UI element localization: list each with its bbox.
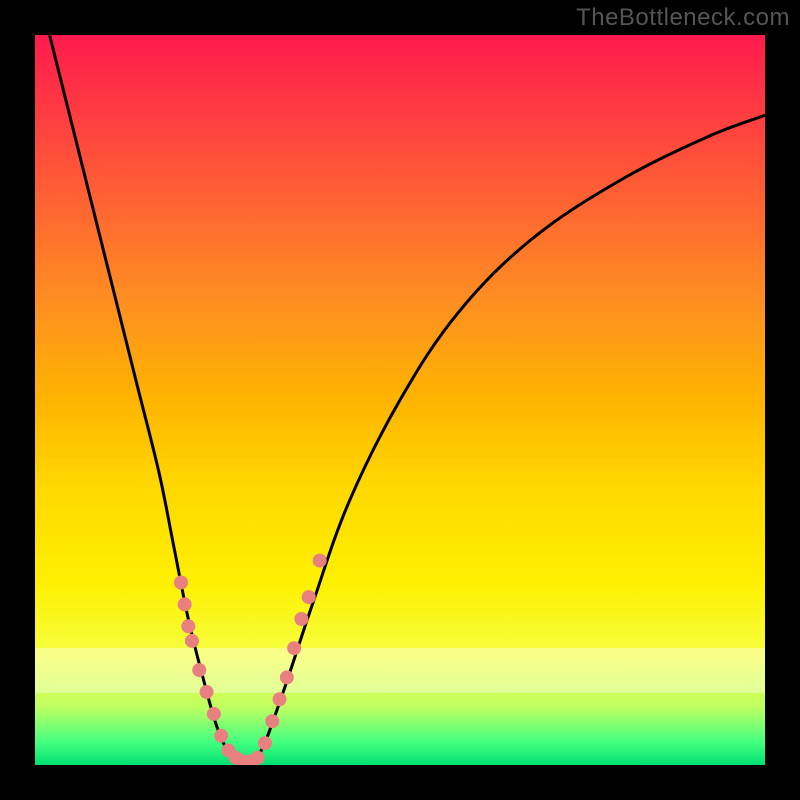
plot-area [35, 35, 765, 765]
watermark-text: TheBottleneck.com [576, 4, 790, 32]
chart-frame: TheBottleneck.com [0, 0, 800, 800]
